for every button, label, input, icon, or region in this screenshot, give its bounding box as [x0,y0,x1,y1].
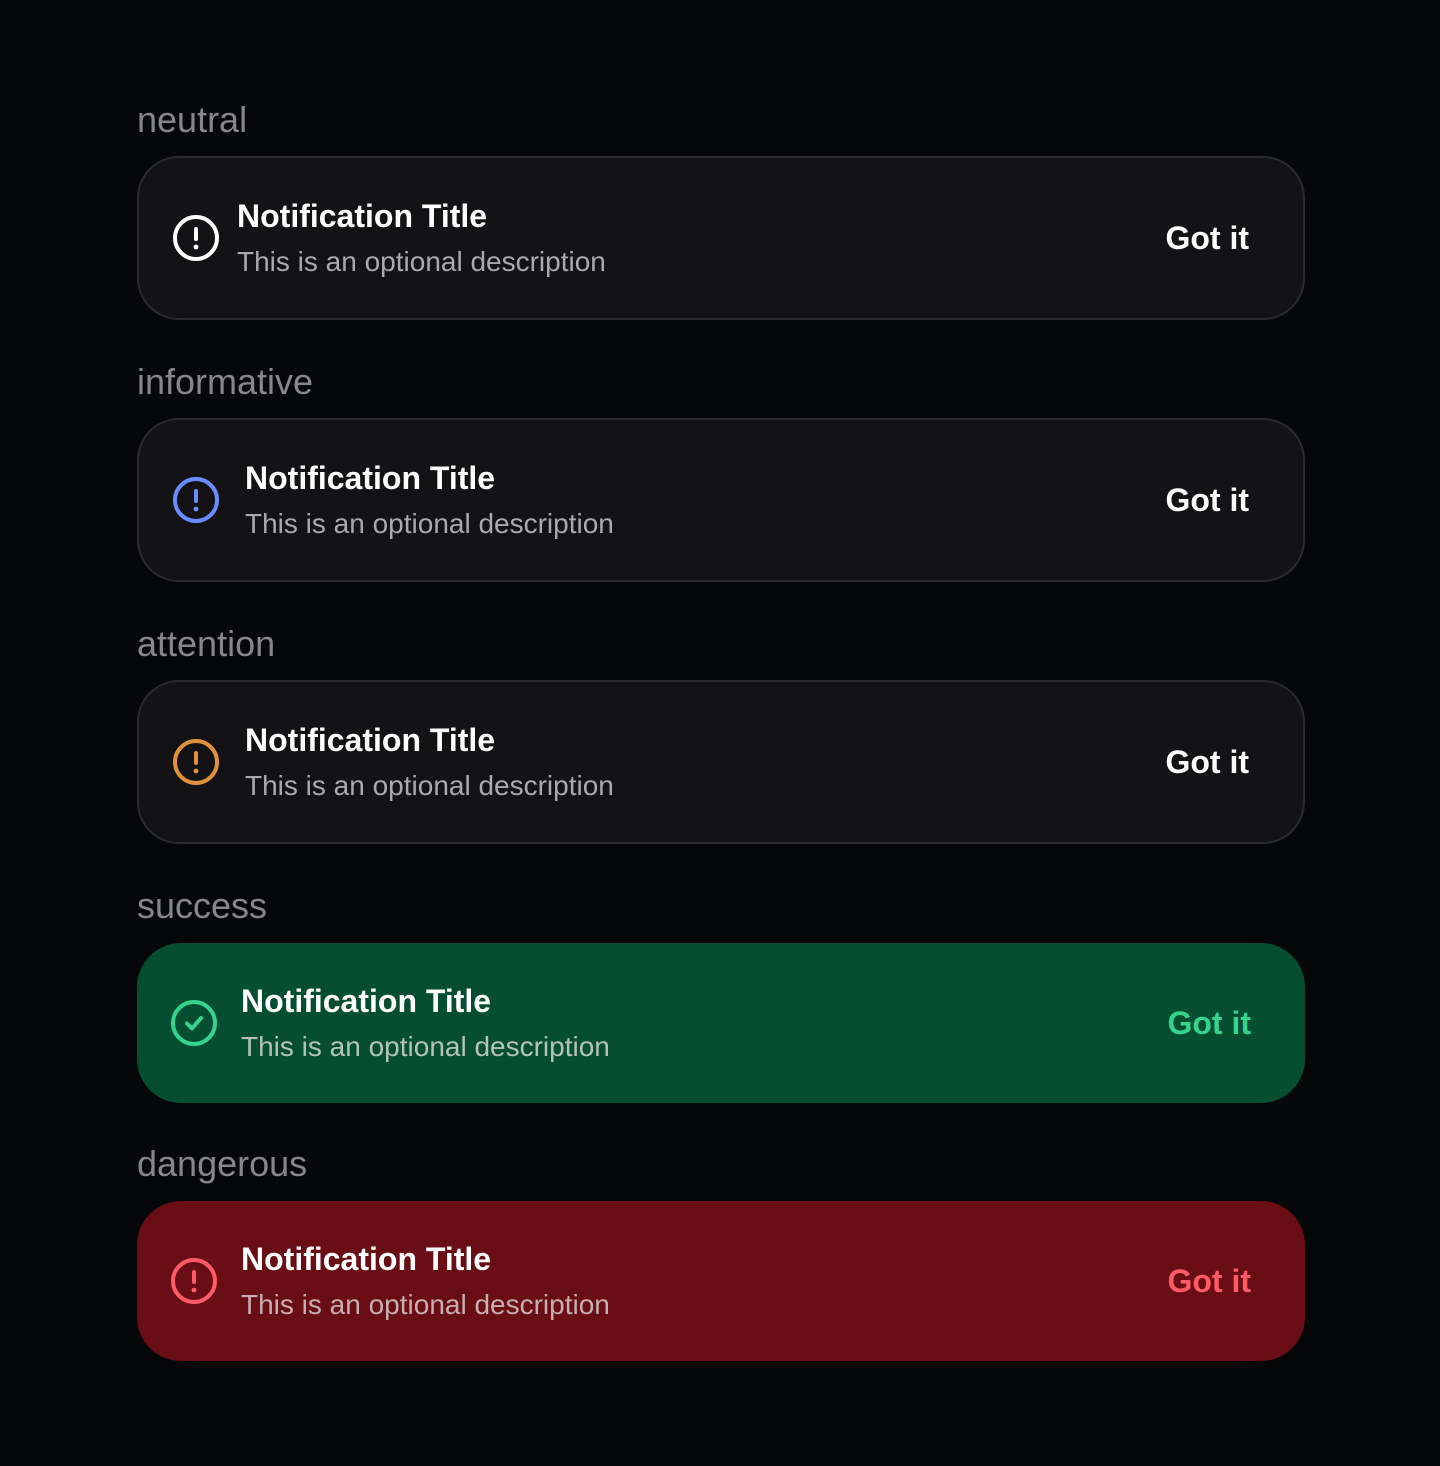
variant-label-informative: informative [137,361,314,402]
notification-variants-page: neutral Notification Title This is an op… [0,0,1440,1466]
notification-text: Notification Title This is an optional d… [245,724,614,800]
notification-title: Notification Title [237,198,488,234]
notification-text: Notification Title This is an optional d… [241,1243,610,1319]
variant-label-neutral: neutral [137,99,248,140]
variant-label-success: success [137,885,268,926]
exclamation-circle-icon [173,739,219,785]
notification-title: Notification Title [241,1241,492,1277]
notification-text: Notification Title This is an optional d… [241,985,610,1061]
exclamation-circle-icon [171,1258,217,1304]
notification-description: This is an optional description [245,508,614,539]
notification-title: Notification Title [245,460,496,496]
exclamation-circle-icon [173,215,219,261]
got-it-button[interactable]: Got it [1167,1265,1251,1297]
notification-card-dangerous: Notification Title This is an optional d… [137,1201,1305,1361]
notification-card-attention: Notification Title This is an optional d… [137,680,1305,844]
check-circle-icon [171,1000,217,1046]
got-it-button[interactable]: Got it [1167,1007,1251,1039]
notification-text: Notification Title This is an optional d… [237,200,606,276]
notification-title: Notification Title [245,722,496,758]
notification-card-neutral: Notification Title This is an optional d… [137,156,1305,320]
notification-description: This is an optional description [245,770,614,801]
exclamation-circle-icon [173,477,219,523]
got-it-button[interactable]: Got it [1165,222,1249,254]
section-informative: informative Notification Title This is a… [137,362,1305,582]
notification-card-informative: Notification Title This is an optional d… [137,418,1305,582]
notification-description: This is an optional description [241,1289,610,1320]
notification-description: This is an optional description [241,1031,610,1062]
variant-label-attention: attention [137,623,276,664]
section-neutral: neutral Notification Title This is an op… [137,100,1305,320]
variant-label-dangerous: dangerous [137,1143,308,1184]
section-success: success Notification Title This is an op… [137,886,1305,1103]
section-attention: attention Notification Title This is an … [137,624,1305,844]
got-it-button[interactable]: Got it [1165,484,1249,516]
notification-card-success: Notification Title This is an optional d… [137,943,1305,1103]
notification-text: Notification Title This is an optional d… [245,462,614,538]
notification-title: Notification Title [241,983,492,1019]
notification-description: This is an optional description [237,246,606,277]
got-it-button[interactable]: Got it [1165,746,1249,778]
section-dangerous: dangerous Notification Title This is an … [137,1144,1305,1361]
